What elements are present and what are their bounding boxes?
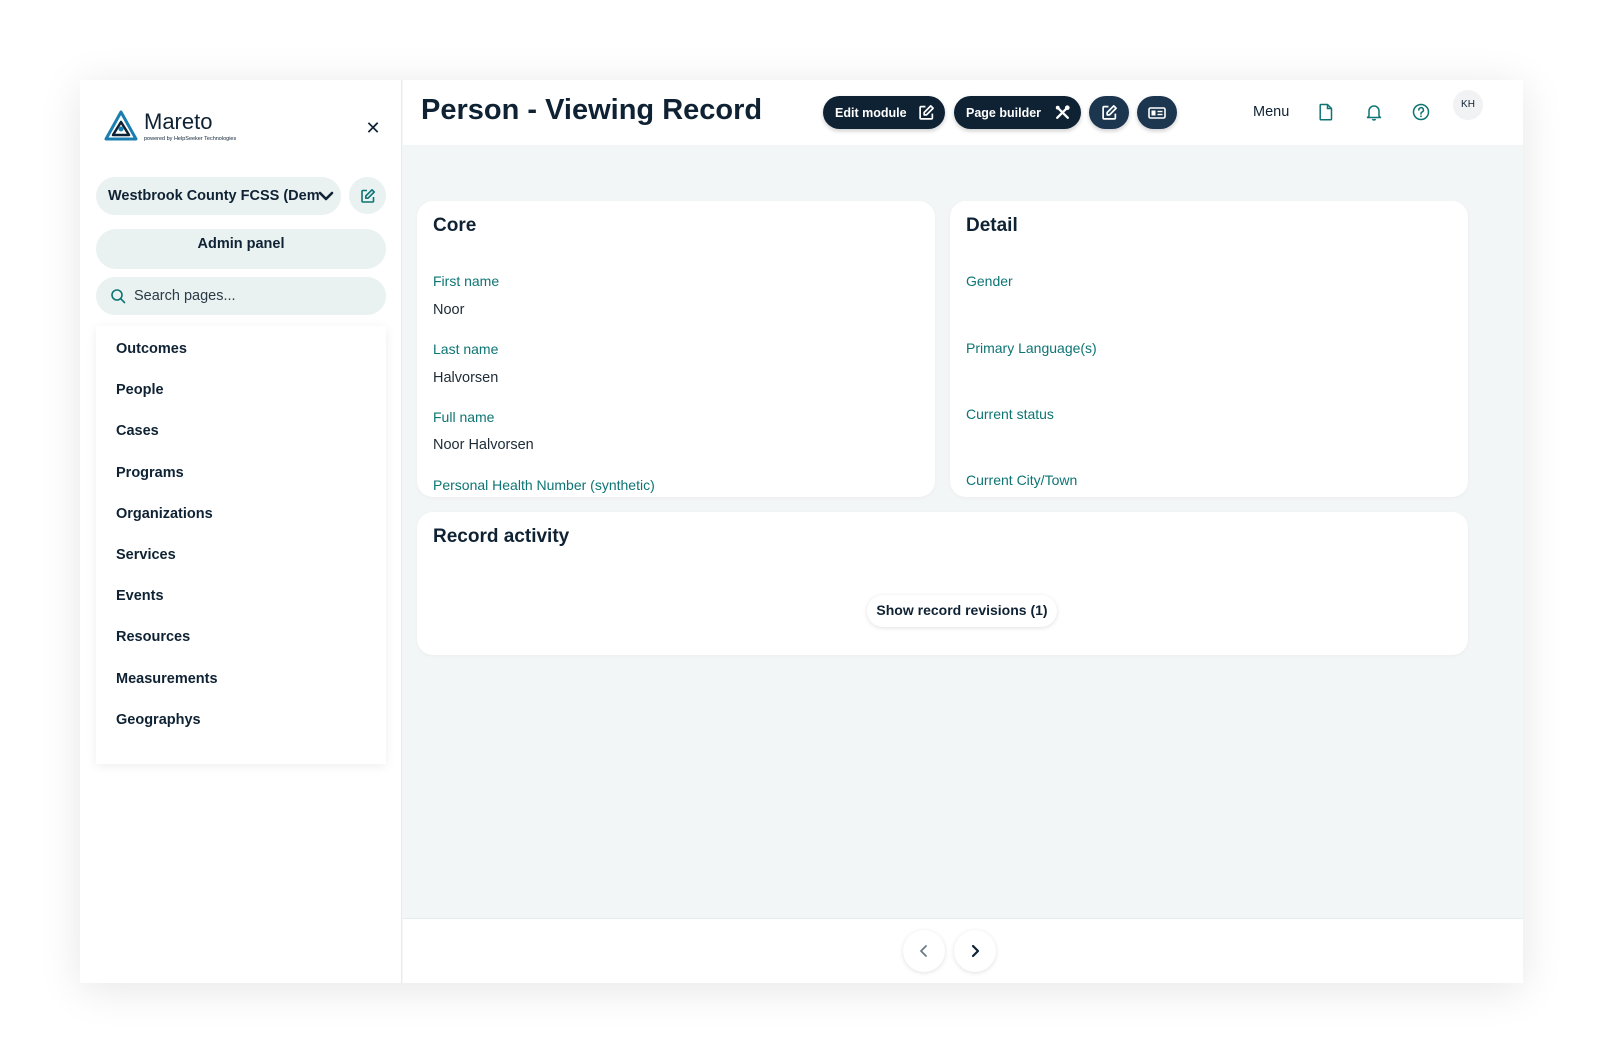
admin-panel-button[interactable]: Admin panel (96, 229, 386, 269)
page-title: Person - Viewing Record (421, 94, 763, 126)
document-icon[interactable] (1318, 103, 1334, 121)
record-activity-title: Record activity (433, 526, 570, 547)
previous-page-button[interactable] (903, 930, 945, 972)
bell-icon[interactable] (1365, 103, 1383, 121)
chevron-down-icon (318, 191, 334, 201)
show-record-revisions-button[interactable]: Show record revisions (1) (867, 595, 1057, 627)
sidebar-item-resources[interactable]: Resources (96, 614, 386, 655)
detail-card-title: Detail (966, 215, 1018, 236)
sidebar-item-cases[interactable]: Cases (96, 408, 386, 449)
sidebar: Mareto powered by HelpSeeker Technologie… (80, 80, 402, 983)
app-window: Mareto powered by HelpSeeker Technologie… (80, 80, 1523, 983)
last-name-label: Last name (433, 341, 499, 357)
edit-module-label: Edit module (835, 105, 907, 120)
close-icon: ✕ (365, 118, 381, 138)
first-name-value: Noor (433, 302, 465, 318)
next-page-button[interactable] (954, 930, 996, 972)
edit-organization-button[interactable] (349, 177, 386, 214)
id-card-icon (1148, 106, 1166, 119)
pager-footer (403, 918, 1523, 983)
first-name-label: First name (433, 273, 500, 289)
id-card-button[interactable] (1137, 96, 1177, 129)
primary-language-label: Primary Language(s) (966, 340, 1097, 356)
sidebar-item-organizations[interactable]: Organizations (96, 491, 386, 532)
organization-select-value: Westbrook County FCSS (Demonstration) (108, 188, 320, 204)
sidebar-item-events[interactable]: Events (96, 573, 386, 614)
edit-module-button[interactable]: Edit module (823, 96, 945, 129)
user-avatar[interactable]: KH (1453, 90, 1483, 120)
record-activity-card: Record activity Show record revisions (1… (417, 512, 1468, 655)
sidebar-item-people[interactable]: People (96, 367, 386, 408)
edit-icon (360, 188, 375, 203)
sidebar-item-measurements[interactable]: Measurements (96, 656, 386, 697)
edit-record-button[interactable] (1089, 96, 1129, 129)
gender-label: Gender (966, 273, 1013, 289)
search-icon (111, 289, 126, 304)
sidebar-item-outcomes[interactable]: Outcomes (96, 326, 386, 367)
sidebar-item-geographys[interactable]: Geographys (96, 697, 386, 738)
page-builder-button[interactable]: Page builder (954, 96, 1081, 129)
core-card: Core First name Noor Last name Halvorsen… (417, 201, 935, 497)
full-name-label: Full name (433, 409, 495, 425)
full-name-value: Noor Halvorsen (433, 437, 534, 453)
search-pages[interactable] (96, 277, 386, 315)
detail-card: Detail Gender Primary Language(s) Curren… (950, 201, 1468, 497)
sidebar-nav: Outcomes People Cases Programs Organizat… (96, 326, 386, 764)
sidebar-item-programs[interactable]: Programs (96, 450, 386, 491)
current-status-label: Current status (966, 406, 1054, 422)
logo-tagline: powered by HelpSeeker Technologies (144, 135, 237, 142)
mareto-logo-icon (104, 110, 138, 141)
personal-health-number-label: Personal Health Number (synthetic) (433, 477, 655, 493)
page-builder-label: Page builder (966, 105, 1042, 120)
help-icon[interactable] (1412, 103, 1430, 121)
chevron-right-icon (971, 944, 980, 958)
logo: Mareto powered by HelpSeeker Technologie… (104, 110, 236, 142)
edit-icon (1101, 105, 1117, 120)
top-bar: Person - Viewing Record Edit module Page… (403, 80, 1523, 145)
sidebar-item-services[interactable]: Services (96, 532, 386, 573)
close-sidebar-button[interactable]: ✕ (362, 118, 384, 139)
last-name-value: Halvorsen (433, 370, 499, 386)
chevron-left-icon (920, 945, 927, 957)
tools-icon (1055, 105, 1070, 119)
edit-icon (919, 105, 934, 120)
search-pages-input[interactable] (134, 288, 374, 304)
organization-select[interactable]: Westbrook County FCSS (Demonstration) (96, 177, 341, 215)
logo-name: Mareto (144, 108, 213, 134)
menu-link[interactable]: Menu (1253, 104, 1289, 120)
core-card-title: Core (433, 215, 477, 236)
current-city-label: Current City/Town (966, 472, 1078, 488)
